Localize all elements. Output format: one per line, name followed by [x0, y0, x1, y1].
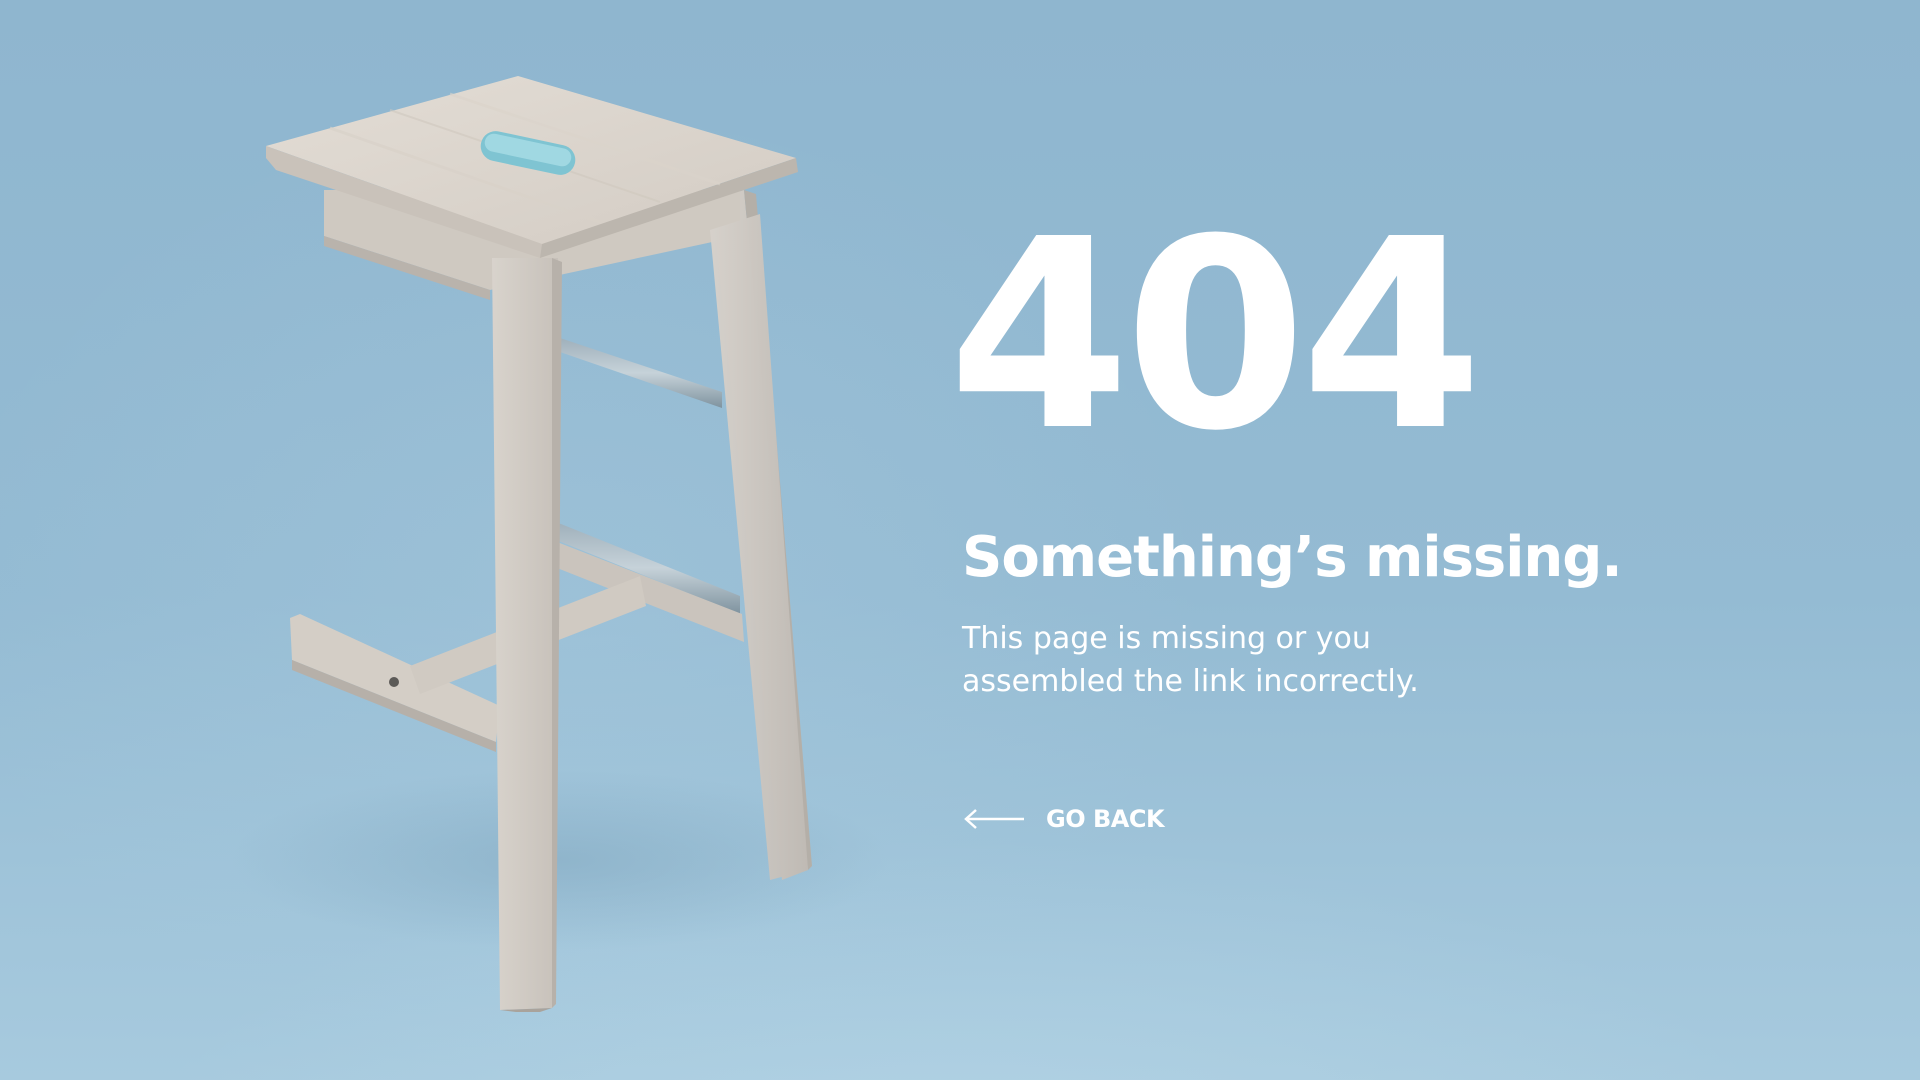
description-line: assembled the link incorrectly.	[962, 663, 1419, 699]
arrow-left-icon	[964, 808, 1024, 829]
go-back-label: GO BACK	[1046, 804, 1165, 833]
description-line: This page is missing or you	[962, 620, 1371, 656]
error-code: 404	[948, 183, 1483, 488]
error-headline: Something’s missing.	[962, 525, 1623, 590]
error-content: 404 Something’s missing. This page is mi…	[948, 205, 1662, 835]
go-back-link[interactable]: GO BACK	[962, 804, 1165, 833]
error-description: This page is missing or you assembled th…	[962, 617, 1482, 703]
